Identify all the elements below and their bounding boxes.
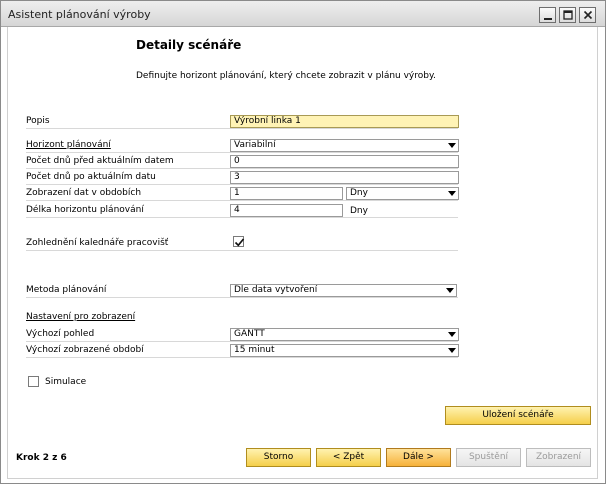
back-button[interactable]: < Zpět	[316, 448, 381, 467]
intro-text: Definujte horizont plánování, který chce…	[136, 71, 436, 81]
chevron-down-icon	[448, 348, 456, 353]
maximize-button[interactable]	[559, 7, 576, 23]
days-before-input[interactable]: 0	[230, 155, 459, 168]
maximize-icon	[563, 10, 573, 20]
display-button[interactable]: Zobrazení	[526, 448, 591, 467]
save-scenario-button[interactable]: Uložení scénáře	[445, 406, 591, 425]
minimize-button[interactable]	[539, 7, 556, 23]
horizon-length-unit: Dny	[350, 206, 368, 216]
default-period-label: Výchozí zobrazené období	[26, 345, 144, 355]
close-button[interactable]	[579, 7, 596, 23]
default-view-select[interactable]: GANTT	[230, 328, 459, 341]
description-label: Popis	[26, 116, 50, 126]
days-after-label: Počet dnů po aktuálním datu	[26, 172, 156, 182]
periods-input[interactable]: 1	[230, 187, 343, 200]
horizon-length-label: Délka horizontu plánování	[26, 205, 144, 215]
description-input[interactable]: Výrobní linka 1	[230, 115, 459, 128]
chevron-down-icon	[448, 332, 456, 337]
planning-horizon-label: Horizont plánování	[26, 140, 111, 150]
default-view-label: Výchozí pohled	[26, 329, 95, 339]
close-icon	[583, 10, 593, 20]
planning-horizon-select[interactable]: Variabilní	[230, 139, 459, 152]
planning-horizon-value: Variabilní	[234, 140, 276, 150]
default-period-select[interactable]: 15 minut	[230, 344, 459, 357]
chevron-down-icon	[448, 143, 456, 148]
window-title: Asistent plánování výroby	[8, 8, 151, 21]
cancel-button[interactable]: Storno	[246, 448, 311, 467]
simulation-checkbox[interactable]	[28, 376, 39, 387]
divider	[26, 341, 458, 342]
chevron-down-icon	[446, 288, 454, 293]
divider	[26, 128, 458, 129]
minimize-icon	[544, 18, 552, 20]
wizard-content	[7, 27, 598, 435]
display-settings-heading: Nastavení pro zobrazení	[26, 312, 136, 322]
divider	[26, 297, 458, 298]
next-button[interactable]: Dále >	[386, 448, 451, 467]
divider	[26, 217, 458, 218]
simulation-label: Simulace	[45, 377, 87, 387]
divider	[26, 250, 458, 251]
planning-method-select[interactable]: Dle data vytvoření	[230, 284, 457, 297]
periods-unit-value: Dny	[350, 188, 368, 198]
planning-method-label: Metoda plánování	[26, 285, 107, 295]
default-view-value: GANTT	[234, 329, 265, 339]
step-indicator: Krok 2 z 6	[16, 453, 67, 463]
run-button[interactable]: Spuštění	[456, 448, 521, 467]
divider	[26, 168, 458, 169]
periods-unit-select[interactable]: Dny	[346, 187, 459, 200]
divider	[26, 200, 458, 201]
checkmark-icon	[234, 238, 245, 247]
days-after-input[interactable]: 3	[230, 171, 459, 184]
periods-label: Zobrazení dat v obdobích	[26, 188, 142, 198]
page-title: Detaily scénáře	[136, 38, 242, 52]
chevron-down-icon	[448, 191, 456, 196]
divider	[26, 184, 458, 185]
divider	[26, 357, 458, 358]
days-before-label: Počet dnů před aktuálním datem	[26, 156, 174, 166]
default-period-value: 15 minut	[234, 345, 275, 355]
planning-method-value: Dle data vytvoření	[234, 285, 318, 295]
title-bar: Asistent plánování výroby	[1, 1, 605, 27]
calendar-label: Zohlednění kalednáře pracovišť	[26, 238, 169, 248]
horizon-length-input[interactable]: 4	[230, 204, 343, 217]
calendar-checkbox[interactable]	[233, 236, 245, 247]
divider	[26, 152, 458, 153]
